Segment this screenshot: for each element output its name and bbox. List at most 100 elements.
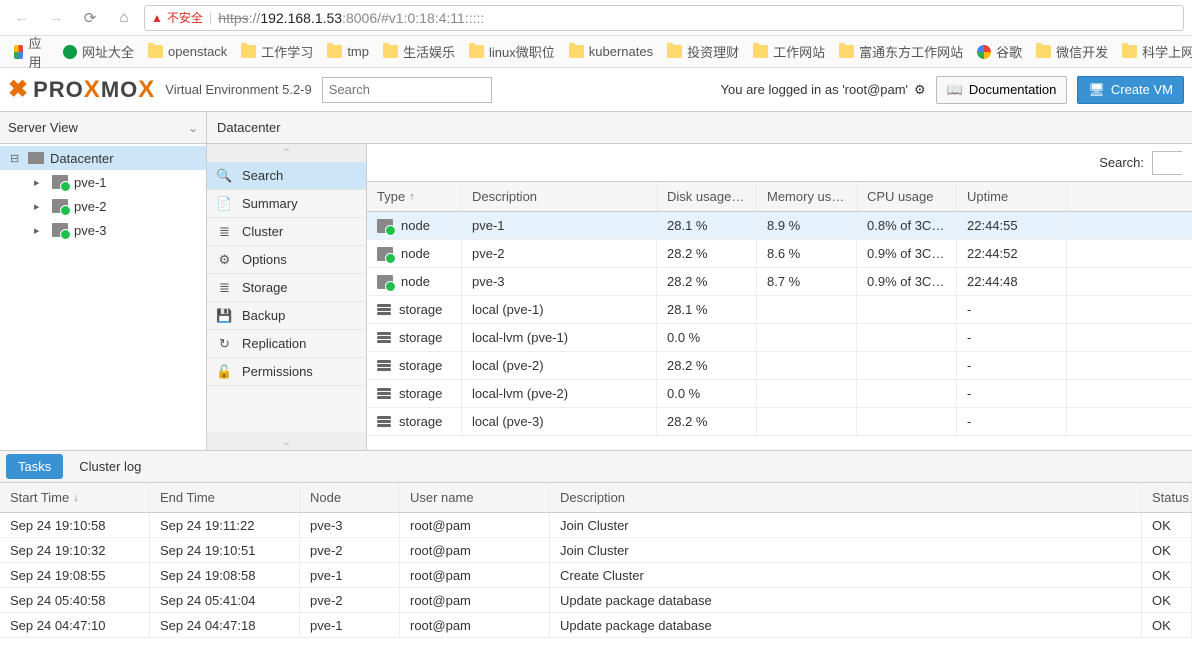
bookmark-item[interactable]: linux微职位 [462, 42, 562, 61]
sort-asc-icon: ↑ [409, 191, 415, 203]
col-uptime[interactable]: Uptime [957, 182, 1067, 211]
menu-scroll-down[interactable]: ⌄ [207, 432, 366, 450]
col-memory-usage[interactable]: Memory us… [757, 182, 857, 211]
menu-item-storage[interactable]: ≣Storage [207, 274, 366, 302]
task-row[interactable]: Sep 24 19:10:32Sep 24 19:10:51pve-2root@… [0, 538, 1192, 563]
back-button[interactable]: ← [8, 4, 36, 32]
bookmark-item[interactable]: kubernates [562, 42, 660, 61]
tree-item-node[interactable]: ▸pve-1 [0, 170, 206, 194]
task-row[interactable]: Sep 24 05:40:58Sep 24 05:41:04pve-2root@… [0, 588, 1192, 613]
folder-icon [839, 45, 854, 58]
cell-disk: 28.2 % [657, 268, 757, 295]
folder-icon [469, 45, 484, 58]
menu-item-options[interactable]: ⚙Options [207, 246, 366, 274]
header-search-input[interactable] [322, 77, 492, 103]
bookmark-item[interactable]: 微信开发 [1029, 42, 1115, 61]
tree-item-node[interactable]: ▸pve-3 [0, 218, 206, 242]
cell-type: node [401, 246, 430, 261]
bookmark-item[interactable]: 工作网站 [746, 42, 832, 61]
tab-tasks[interactable]: Tasks [6, 454, 63, 479]
col-end-time[interactable]: End Time [150, 483, 300, 512]
col-node[interactable]: Node [300, 483, 400, 512]
bookmark-item[interactable]: 投资理财 [660, 42, 746, 61]
storage-icon [377, 360, 391, 372]
reload-button[interactable]: ⟳ [76, 4, 104, 32]
bookmark-item[interactable]: 谷歌 [970, 42, 1029, 61]
grid-row[interactable]: nodepve-128.1 %8.9 %0.8% of 3C…22:44:55 [367, 212, 1192, 240]
col-cpu-usage[interactable]: CPU usage [857, 182, 957, 211]
menu-scroll-up[interactable]: ⌃ [207, 144, 366, 162]
menu-item-permissions[interactable]: 🔓Permissions [207, 358, 366, 386]
cell-user: root@pam [400, 588, 550, 612]
expand-icon[interactable]: ▸ [34, 224, 46, 237]
cell-uptime: - [957, 324, 1067, 351]
cell-cpu: 0.8% of 3C… [857, 212, 957, 239]
expand-icon[interactable]: ▸ [34, 176, 46, 189]
create-vm-button[interactable]: 🖥 Create VM [1077, 76, 1184, 104]
bookmark-label: 工作学习 [261, 42, 313, 61]
grid-search-input[interactable] [1152, 151, 1182, 175]
apps-button[interactable]: 应用 [8, 33, 52, 71]
cell-memory: 8.9 % [757, 212, 857, 239]
bookmark-item[interactable]: 网址大全 [56, 42, 141, 61]
menu-item-search[interactable]: 🔍Search [207, 162, 366, 190]
forward-button[interactable]: → [42, 4, 70, 32]
col-description[interactable]: Description [462, 182, 657, 211]
col-type[interactable]: Type↑ [367, 182, 462, 211]
search-label: Search: [1099, 155, 1144, 170]
monitor-icon: 🖥 [1088, 82, 1105, 98]
proxmox-logo[interactable]: ✖ PROXMOX [8, 75, 155, 104]
grid-row[interactable]: storagelocal-lvm (pve-2)0.0 %- [367, 380, 1192, 408]
bookmark-item[interactable]: 生活娱乐 [376, 42, 462, 61]
cell-description: local (pve-2) [462, 352, 657, 379]
cell-end: Sep 24 04:47:18 [150, 613, 300, 637]
menu-item-cluster[interactable]: ≣Cluster [207, 218, 366, 246]
menu-item-backup[interactable]: 💾Backup [207, 302, 366, 330]
tree-item-node[interactable]: ▸pve-2 [0, 194, 206, 218]
grid-row[interactable]: storagelocal (pve-2)28.2 %- [367, 352, 1192, 380]
grid-row[interactable]: storagelocal (pve-1)28.1 %- [367, 296, 1192, 324]
bookmark-item[interactable]: openstack [141, 42, 234, 61]
task-row[interactable]: Sep 24 19:10:58Sep 24 19:11:22pve-3root@… [0, 513, 1192, 538]
task-row[interactable]: Sep 24 04:47:10Sep 24 04:47:18pve-1root@… [0, 613, 1192, 638]
col-disk-usage[interactable]: Disk usage… [657, 182, 757, 211]
cell-description: pve-3 [462, 268, 657, 295]
bookmark-item[interactable]: tmp [320, 42, 376, 61]
menu-item-replication[interactable]: ↻Replication [207, 330, 366, 358]
cell-cpu: 0.9% of 3C… [857, 240, 957, 267]
url-separator: | [209, 10, 212, 25]
col-status[interactable]: Status [1142, 483, 1192, 512]
cell-status: OK [1142, 563, 1192, 587]
grid-row[interactable]: storagelocal-lvm (pve-1)0.0 %- [367, 324, 1192, 352]
bookmark-item[interactable]: 富通东方工作网站 [832, 42, 970, 61]
cell-end: Sep 24 05:41:04 [150, 588, 300, 612]
bookmark-item[interactable]: 科学上网 [1115, 42, 1192, 61]
col-task-description[interactable]: Description [550, 483, 1142, 512]
node-icon [52, 199, 68, 213]
task-row[interactable]: Sep 24 19:08:55Sep 24 19:08:58pve-1root@… [0, 563, 1192, 588]
gear-icon[interactable]: ⚙ [914, 82, 926, 98]
storage-icon [377, 388, 391, 400]
col-start-time[interactable]: Start Time ↓ [0, 483, 150, 512]
grid-row[interactable]: storagelocal (pve-3)28.2 %- [367, 408, 1192, 436]
resource-grid: Type↑ Description Disk usage… Memory us…… [367, 182, 1192, 450]
cell-cpu [857, 408, 957, 435]
cell-node: pve-3 [300, 513, 400, 537]
view-selector[interactable]: Server View ⌄ [0, 112, 206, 144]
url-bar[interactable]: ▲ 不安全 | https://192.168.1.53:8006/#v1:0:… [144, 5, 1184, 31]
menu-item-summary[interactable]: 📄Summary [207, 190, 366, 218]
collapse-icon[interactable]: ⊟ [10, 152, 22, 165]
menu-label: Search [242, 168, 283, 183]
home-button[interactable]: ⌂ [110, 4, 138, 32]
documentation-button[interactable]: 📖 Documentation [936, 76, 1068, 104]
tab-cluster-log[interactable]: Cluster log [67, 454, 153, 479]
cell-disk: 28.2 % [657, 352, 757, 379]
cell-cpu: 0.9% of 3C… [857, 268, 957, 295]
tree-item-datacenter[interactable]: ⊟ Datacenter [0, 146, 206, 170]
log-tabs: Tasks Cluster log [0, 451, 1192, 483]
col-user[interactable]: User name [400, 483, 550, 512]
grid-row[interactable]: nodepve-228.2 %8.6 %0.9% of 3C…22:44:52 [367, 240, 1192, 268]
bookmark-item[interactable]: 工作学习 [234, 42, 320, 61]
expand-icon[interactable]: ▸ [34, 200, 46, 213]
grid-row[interactable]: nodepve-328.2 %8.7 %0.9% of 3C…22:44:48 [367, 268, 1192, 296]
